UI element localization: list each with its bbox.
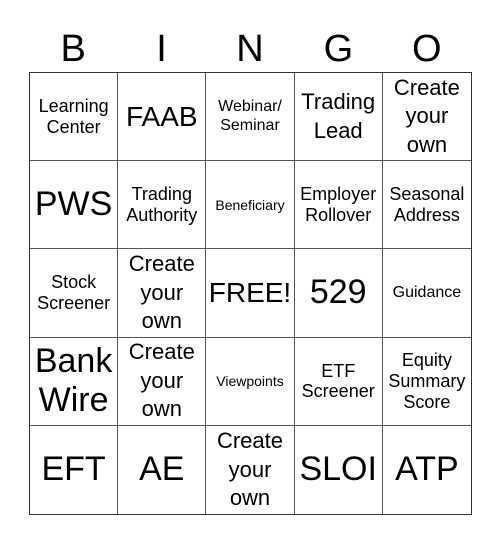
bingo-cell-text: Create your own <box>216 428 284 511</box>
bingo-cell[interactable]: SLOI <box>295 425 383 514</box>
bingo-cell[interactable]: Create your own <box>206 425 295 514</box>
header-letter-o: O <box>411 28 442 70</box>
bingo-cell-text: Create your own <box>128 251 195 334</box>
bingo-cell[interactable]: Create your own <box>118 249 207 338</box>
bingo-cell-text: SLOI <box>299 450 377 489</box>
bingo-cell[interactable]: Create your own <box>118 337 207 426</box>
bingo-cell-text: Learning Center <box>38 95 109 137</box>
bingo-cell-text: Employer Rollover <box>300 184 377 225</box>
bingo-cell[interactable]: Employer Rollover <box>294 161 383 250</box>
bingo-cell-text: FAAB <box>125 100 198 132</box>
bingo-cell-text: Trading Lead <box>301 89 376 143</box>
bingo-cell-text: Trading Authority <box>126 184 198 225</box>
bingo-cell[interactable]: Beneficiary <box>206 161 295 250</box>
bingo-cell-text: EFT <box>41 450 106 489</box>
bingo-cell-text: Bank Wire <box>34 342 113 420</box>
bingo-cell[interactable]: Trading Authority <box>118 161 207 250</box>
bingo-cell[interactable]: PWS <box>30 161 119 250</box>
bingo-cell[interactable]: Equity Summary Score <box>382 338 471 426</box>
header-letter-i: I <box>156 28 167 70</box>
bingo-cell-text: Viewpoints <box>216 373 284 390</box>
bingo-cell[interactable]: Guidance <box>382 249 471 338</box>
bingo-cell[interactable]: EFT <box>30 425 119 514</box>
bingo-cell[interactable]: Learning Center <box>30 73 119 162</box>
bingo-cell[interactable]: Bank Wire <box>30 337 119 426</box>
bingo-cell-text: Create your own <box>393 74 460 157</box>
bingo-cell[interactable]: Trading Lead <box>294 73 383 162</box>
bingo-cell[interactable]: Stock Screener <box>30 249 119 338</box>
bingo-cell-text: AE <box>139 450 185 489</box>
bingo-cell[interactable]: FAAB <box>118 73 207 162</box>
bingo-cell-text: ATP <box>395 450 459 489</box>
bingo-cell[interactable]: Viewpoints <box>206 337 295 426</box>
bingo-cell-text: ETF Screener <box>301 360 375 402</box>
bingo-cell-text: PWS <box>34 185 113 224</box>
bingo-cell-text: Webinar/ Seminar <box>218 98 282 134</box>
bingo-header: B I N G O <box>29 26 471 72</box>
header-letter-n: N <box>236 28 264 70</box>
bingo-cell[interactable]: ETF Screener <box>294 337 383 426</box>
bingo-cell-text: 529 <box>309 273 367 312</box>
bingo-cell[interactable]: 529 <box>294 249 383 338</box>
bingo-cell-text: Create your own <box>128 339 195 422</box>
header-letter-b: B <box>60 28 86 70</box>
bingo-cell-text: Seasonal Address <box>389 184 465 225</box>
bingo-cell-text: FREE! <box>208 276 292 308</box>
bingo-cell[interactable]: FREE! <box>206 249 295 338</box>
bingo-cell[interactable]: ATP <box>383 426 471 514</box>
bingo-cell[interactable]: AE <box>118 425 207 514</box>
bingo-cell-text: Equity Summary Score <box>388 350 466 412</box>
header-letter-g: G <box>323 28 354 70</box>
bingo-cell-text: Beneficiary <box>215 196 285 213</box>
bingo-cell-text: Guidance <box>392 283 462 301</box>
bingo-cell[interactable]: Webinar/ Seminar <box>206 73 295 162</box>
bingo-cell-text: Stock Screener <box>37 272 111 313</box>
bingo-grid: Learning Center FAAB Webinar/ Seminar Tradi… <box>29 72 472 515</box>
bingo-cell[interactable]: Create your own <box>382 73 471 162</box>
bingo-cell[interactable]: Seasonal Address <box>382 161 471 250</box>
